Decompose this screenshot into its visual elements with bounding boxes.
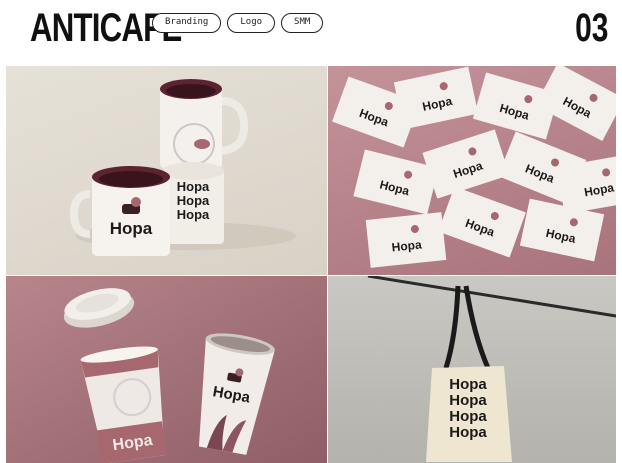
tote-logo-text: Hopa — [449, 392, 487, 409]
tote-logo-text: Hopa — [449, 376, 487, 393]
project-gallery: Hopa Hopa Hopa Hopa Hopa Hopa Hopa Hopa Hopa… — [6, 66, 616, 463]
mug-logo-text: Hopa — [177, 179, 210, 194]
business-card: Hopa — [438, 186, 526, 258]
tote-logo-text: Hopa — [449, 424, 487, 441]
page-header: ANTICAFE Branding Logo SMM 03 — [0, 0, 622, 66]
tag-logo[interactable]: Logo — [227, 13, 276, 33]
hanging-rail — [367, 276, 616, 318]
tag-smm[interactable]: SMM — [281, 13, 324, 33]
mug-logo-text: Hopa — [177, 207, 210, 222]
gallery-image-tote-bag[interactable]: Hopa Hopa Hopa Hopa — [328, 276, 616, 463]
business-card: Hopa — [365, 212, 447, 268]
mug-logo-text: Hopa — [110, 219, 153, 238]
gallery-image-paper-cups[interactable]: Hopa Hopa — [6, 276, 327, 463]
business-card: Hopa — [393, 66, 479, 130]
tote-logo-text: Hopa — [449, 408, 487, 425]
tag-list: Branding Logo SMM — [152, 13, 324, 33]
tag-branding[interactable]: Branding — [152, 13, 222, 33]
cup-left: Hopa — [80, 346, 167, 463]
business-card: Hopa — [422, 129, 510, 199]
gallery-image-business-cards[interactable]: Hopa Hopa Hopa Hopa Hopa Hopa Hopa Hopa Hopa Hopa… — [328, 66, 616, 275]
project-number: 03 — [574, 6, 608, 50]
cup-right: Hopa — [198, 333, 275, 455]
mug-logo-text: Hopa — [177, 193, 210, 208]
cup-lid — [63, 288, 135, 328]
gallery-image-mugs[interactable]: Hopa Hopa Hopa Hopa — [6, 66, 327, 275]
mug-top — [160, 88, 222, 168]
